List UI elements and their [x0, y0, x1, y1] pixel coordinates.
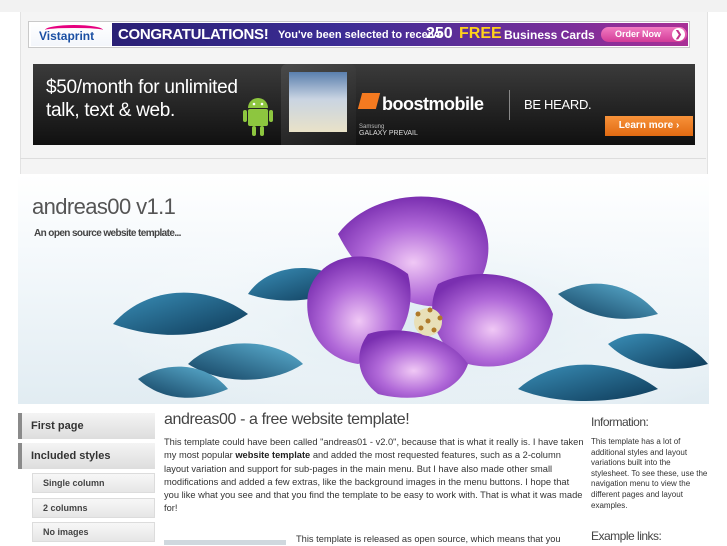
vistaprint-selected-text: You've been selected to receive [278, 29, 444, 41]
website-template-emphasis: website template [235, 450, 311, 461]
phone-model: GALAXY PREVAIL [359, 130, 418, 137]
boost-logo-icon [357, 93, 381, 109]
menu-item-first-page[interactable]: First page [18, 413, 155, 439]
content-paragraph-2: This template is released as open source… [296, 534, 561, 544]
top-bar [0, 0, 727, 12]
phone-image [281, 64, 356, 145]
submenu-item-single-column[interactable]: Single column [32, 473, 155, 493]
boost-headline-line2: talk, text & web. [46, 100, 176, 121]
vistaprint-free: FREE [459, 25, 502, 42]
arrow-right-icon: ❯ [672, 28, 685, 41]
sidebar-information-text: This template has a lot of additional st… [591, 437, 708, 510]
vistaprint-logo-text: Vistaprint [39, 29, 95, 43]
vistaprint-item: Business Cards [504, 28, 595, 42]
sidebar-information-title: Information: [591, 415, 649, 429]
content-title: andreas00 - a free website template! [164, 411, 410, 428]
sidebar-example-links-title: Example links: [591, 529, 662, 543]
menu-item-included-styles[interactable]: Included styles [18, 443, 155, 469]
vistaprint-logo: Vistaprint [31, 23, 111, 46]
site-title: andreas00 v1.1 [32, 194, 176, 219]
boost-headline: $50/month for unlimited talk, text & web… [46, 76, 238, 122]
vistaprint-headline: CONGRATULATIONS! [118, 26, 269, 43]
phone-screen [289, 72, 347, 132]
submenu-item-2-columns[interactable]: 2 columns [32, 498, 155, 518]
boost-divider [509, 90, 510, 120]
content-paragraph: This template could have been called "an… [164, 436, 586, 516]
ad-separator [20, 158, 706, 159]
submenu-item-no-images[interactable]: No images [32, 522, 155, 542]
boost-brand: boostmobile [382, 94, 484, 114]
order-now-button[interactable]: Order Now ❯ [601, 27, 687, 42]
order-now-label: Order Now [615, 29, 662, 39]
content-image [164, 540, 286, 545]
learn-more-button[interactable]: Learn more › [605, 116, 693, 136]
boost-mobile-banner-ad[interactable]: $50/month for unlimited talk, text & web… [33, 64, 695, 145]
site-header: andreas00 v1.1 An open source website te… [18, 174, 709, 404]
boost-headline-line1: $50/month for unlimited [46, 77, 238, 98]
vistaprint-offer: CONGRATULATIONS! You've been selected to… [112, 23, 688, 46]
vistaprint-banner-ad[interactable]: Vistaprint CONGRATULATIONS! You've been … [28, 21, 690, 48]
android-robot-icon [243, 98, 273, 136]
site-slogan: An open source website template... [34, 228, 181, 239]
vistaprint-count: 250 [426, 25, 453, 42]
boost-tagline: BE HEARD. [524, 97, 592, 112]
